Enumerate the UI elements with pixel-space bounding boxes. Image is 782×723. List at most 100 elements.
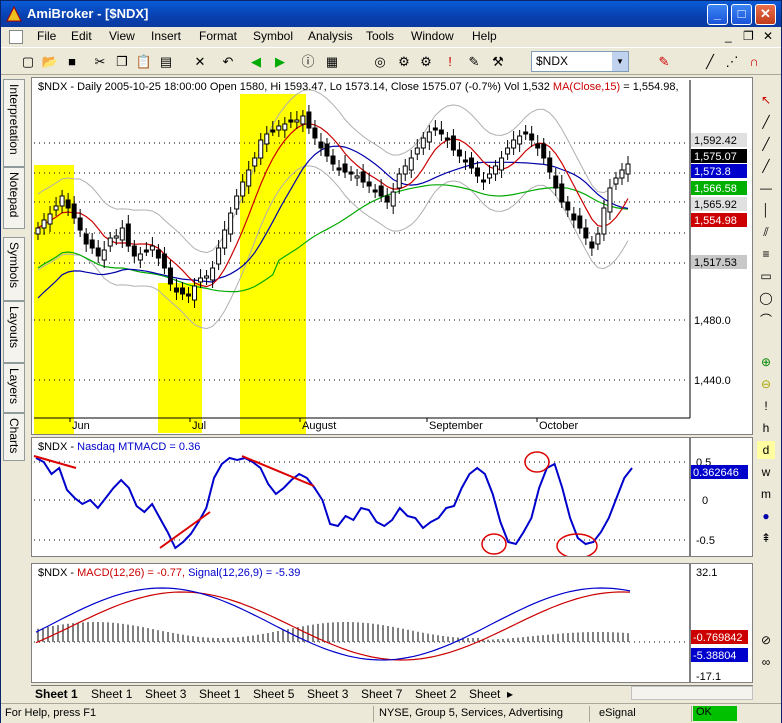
rectangle-icon[interactable]: ▭: [757, 267, 775, 285]
chart-icon[interactable]: ▦: [323, 53, 341, 71]
sheet-tab[interactable]: Sheet 7: [361, 687, 402, 701]
save-icon[interactable]: ■: [63, 53, 81, 71]
tab-layouts[interactable]: Layouts: [3, 301, 25, 363]
sheet-tab[interactable]: Sheet 2: [415, 687, 456, 701]
sheet-tab[interactable]: Sheet 3: [307, 687, 348, 701]
sheet-tab[interactable]: Sheet 1: [91, 687, 132, 701]
horizontal-scrollbar[interactable]: [631, 686, 753, 700]
mtmacd-pane[interactable]: $NDX - Nasdaq MTMACD = 0.36 0.5 0 -0.5 0…: [31, 437, 753, 559]
sheet-tab[interactable]: Sheet 1: [199, 687, 240, 701]
dotted-line-icon[interactable]: ⋰: [723, 53, 741, 71]
sheet-tab[interactable]: Sheet: [469, 687, 500, 701]
sheet-tab[interactable]: Sheet 3: [145, 687, 186, 701]
sheet-tab[interactable]: Sheet 5: [253, 687, 294, 701]
menu-edit[interactable]: Edit: [71, 29, 92, 43]
price-label: 1,575.07: [694, 151, 737, 163]
forward-icon[interactable]: ▶: [271, 53, 289, 71]
back-icon[interactable]: ◀: [247, 53, 265, 71]
line-tool-icon[interactable]: ╱: [701, 53, 719, 71]
tab-layers[interactable]: Layers: [3, 363, 25, 413]
sheet-tab[interactable]: Sheet 1: [35, 687, 78, 701]
price-labels: 1,592.42 1,575.07 1,573.8 1,566.58 1,565.92 1…: [691, 133, 747, 269]
tab-interpretation[interactable]: Interpretation: [3, 79, 25, 167]
extended-line-icon[interactable]: ╱: [757, 157, 775, 175]
settings-icon[interactable]: ⚙: [395, 53, 413, 71]
fib-icon[interactable]: ≡: [757, 245, 775, 263]
paste-icon[interactable]: 📋: [135, 53, 153, 71]
symbol-combo[interactable]: $NDX ▼: [531, 51, 629, 72]
drawing-toolbar: ↖ ╱ ╱ ╱ — │ ⫽ ≡ ▭ ◯ ⌒ ⊕ ⊖ ! h d w m ● ⇞ …: [753, 83, 779, 683]
color-picker-icon[interactable]: ✎: [655, 53, 673, 71]
vline-icon[interactable]: │: [757, 201, 775, 219]
info-icon[interactable]: ⓘ: [299, 53, 317, 71]
delete-icon[interactable]: ✕: [191, 53, 209, 71]
menu-window[interactable]: Window: [411, 29, 454, 43]
open-icon[interactable]: 📂: [41, 53, 59, 71]
zoom-in-icon[interactable]: ⊕: [757, 353, 775, 371]
print-icon[interactable]: ▤: [157, 53, 175, 71]
magnet-icon[interactable]: ∩: [745, 53, 763, 71]
price-label: 1,566.58: [694, 183, 737, 195]
tab-charts[interactable]: Charts: [3, 413, 25, 461]
tab-notepad[interactable]: Notepad: [3, 167, 25, 229]
menu-help[interactable]: Help: [472, 29, 497, 43]
channel-icon[interactable]: ⫽: [757, 223, 775, 241]
scan-icon[interactable]: ⚙: [417, 53, 435, 71]
amibroker-window: AmiBroker - [$NDX] _ □ ✕ File Edit View …: [0, 0, 782, 723]
menu-insert[interactable]: Insert: [151, 29, 181, 43]
macd-pane[interactable]: $NDX - MACD(12,26) = -0.77, Signal(12,26…: [31, 563, 753, 683]
hourly-icon[interactable]: h: [757, 419, 775, 437]
macd-histogram: [37, 622, 629, 642]
doc-minimize-button[interactable]: _: [725, 29, 732, 43]
doc-restore-button[interactable]: ❐: [743, 29, 754, 43]
mtmacd-chart[interactable]: $NDX - Nasdaq MTMACD = 0.36 0.5 0 -0.5 0…: [32, 438, 752, 559]
tab-symbols[interactable]: Symbols: [3, 237, 25, 301]
weekly-icon[interactable]: w: [757, 463, 775, 481]
sheet-nav-arrow[interactable]: ▸: [507, 687, 513, 701]
coins-icon[interactable]: ◎: [371, 53, 389, 71]
menu-analysis[interactable]: Analysis: [308, 29, 353, 43]
macd-chart[interactable]: $NDX - MACD(12,26) = -0.77, Signal(12,26…: [32, 564, 752, 683]
menu-symbol[interactable]: Symbol: [253, 29, 293, 43]
menu-file[interactable]: File: [37, 29, 56, 43]
price-label: 1,573.8: [694, 166, 731, 178]
arc-icon[interactable]: ⌒: [757, 311, 775, 329]
cut-icon[interactable]: ✂: [91, 53, 109, 71]
menu-view[interactable]: View: [109, 29, 135, 43]
bollinger-lower: [37, 165, 629, 330]
hline-icon[interactable]: —: [757, 179, 775, 197]
monthly-icon[interactable]: m: [757, 485, 775, 503]
daily-icon[interactable]: d: [757, 441, 775, 459]
doc-close-button[interactable]: ✕: [763, 29, 773, 43]
ew-icon[interactable]: ●: [757, 507, 775, 525]
alert-icon[interactable]: !: [441, 53, 459, 71]
zoom-out-icon[interactable]: ⊖: [757, 375, 775, 393]
chevron-down-icon[interactable]: ▼: [612, 52, 628, 71]
gann-icon[interactable]: ⊘: [757, 631, 775, 649]
edit-formula-icon[interactable]: ✎: [465, 53, 483, 71]
toolbox-icon[interactable]: ⚒: [489, 53, 507, 71]
copy-icon[interactable]: ❐: [113, 53, 131, 71]
text-icon[interactable]: !: [757, 397, 775, 415]
trendline-icon[interactable]: ╱: [757, 113, 775, 131]
menu-format[interactable]: Format: [199, 29, 237, 43]
scroll-up-icon[interactable]: ⇞: [757, 529, 775, 547]
undo-icon[interactable]: ↶: [219, 53, 237, 71]
ray-icon[interactable]: ╱: [757, 135, 775, 153]
status-ok: OK: [693, 706, 737, 721]
title-bar[interactable]: AmiBroker - [$NDX] _ □ ✕: [1, 1, 781, 27]
pointer-icon[interactable]: ↖: [757, 91, 775, 109]
circle-high: [524, 451, 550, 473]
cycles-icon[interactable]: ∞: [757, 653, 775, 671]
minimize-button[interactable]: _: [707, 4, 728, 25]
menu-tools[interactable]: Tools: [366, 29, 394, 43]
trendline-3: [241, 455, 315, 487]
symbol-value: $NDX: [536, 54, 569, 68]
close-button[interactable]: ✕: [755, 4, 776, 25]
maximize-button[interactable]: □: [731, 4, 752, 25]
ellipse-icon[interactable]: ◯: [757, 289, 775, 307]
price-chart[interactable]: $NDX - Daily 2005-10-25 18:00:00 Open 15…: [32, 78, 752, 435]
price-chart-pane[interactable]: $NDX - Daily 2005-10-25 18:00:00 Open 15…: [31, 77, 753, 435]
new-icon[interactable]: ▢: [19, 53, 37, 71]
document-icon[interactable]: [9, 30, 23, 44]
